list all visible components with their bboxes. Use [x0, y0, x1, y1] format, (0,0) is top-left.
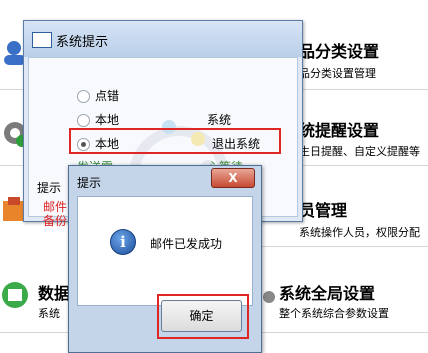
- dialog-titlebar[interactable]: 提示 X: [69, 166, 261, 196]
- info-icon: i: [110, 229, 136, 255]
- bg-item-subtitle: 品分类设置管理: [299, 67, 376, 80]
- dialog-body: i 邮件已发成功: [77, 196, 253, 306]
- option-radio[interactable]: [77, 114, 90, 127]
- option-label: 点错: [95, 89, 120, 103]
- bg-item-subtitle: 系统操作人员，权限分配: [299, 226, 420, 239]
- message-text: 邮件已发成功: [150, 237, 223, 251]
- dialog-title: 提示: [77, 176, 102, 190]
- option-right-text: 系统: [207, 113, 232, 127]
- bg-item-title[interactable]: 统提醒设置: [299, 117, 379, 141]
- dialog-title: 系统提示: [56, 35, 109, 50]
- highlight-box: [69, 128, 281, 154]
- bg-left-title[interactable]: 数据: [38, 280, 70, 304]
- bg-item-subtitle: 生日提醒、自定义提醒等: [299, 145, 420, 158]
- red-text: 备份: [43, 214, 68, 228]
- side-label: 提示: [37, 181, 62, 195]
- bg-item-title[interactable]: 员管理: [299, 197, 347, 221]
- divider: [262, 246, 428, 247]
- app-icon: [32, 32, 52, 48]
- option-label: 本地: [95, 113, 120, 127]
- bg-item-subtitle: 整个系统综合参数设置: [279, 307, 389, 320]
- bg-left-subtitle: 系统: [38, 307, 60, 320]
- option-radio[interactable]: [77, 90, 90, 103]
- message-dialog: 提示 X i 邮件已发成功 确定: [68, 165, 262, 353]
- close-button[interactable]: X: [211, 168, 255, 188]
- ok-button[interactable]: 确定: [161, 300, 242, 332]
- bg-item-title[interactable]: 系统全局设置: [279, 280, 375, 304]
- data-icon: [0, 280, 30, 310]
- dialog-titlebar[interactable]: 系统提示: [24, 21, 302, 57]
- bg-item-title[interactable]: 品分类设置: [299, 38, 379, 62]
